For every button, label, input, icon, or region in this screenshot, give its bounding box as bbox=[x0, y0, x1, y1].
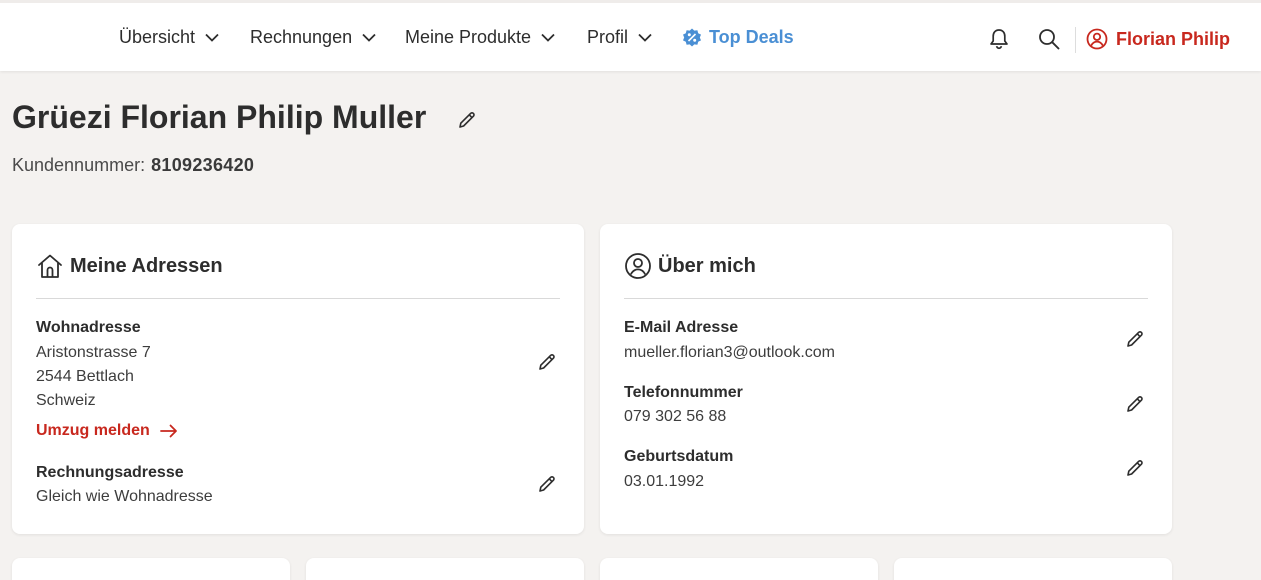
nav-item-label: Profil bbox=[587, 27, 629, 47]
page-title: Grüezi Florian Philip Muller bbox=[12, 99, 427, 135]
birthdate-value: 03.01.1992 bbox=[624, 473, 705, 490]
edit-birthdate-pencil-icon[interactable] bbox=[1125, 458, 1145, 478]
search-icon[interactable] bbox=[1038, 28, 1060, 50]
top-navigation-bar: Übersicht Rechnungen Meine Produkte Prof… bbox=[0, 0, 1261, 71]
about-me-card-title: Über mich bbox=[658, 254, 756, 277]
phone-label: Telefonnummer bbox=[624, 384, 743, 401]
top-deals-label: Top Deals bbox=[709, 27, 794, 47]
birthdate-label: Geburtsdatum bbox=[624, 448, 734, 465]
nav-item-uebersicht[interactable]: Übersicht bbox=[119, 27, 219, 48]
report-move-link[interactable]: Umzug melden bbox=[36, 422, 178, 440]
nav-item-label: Rechnungen bbox=[250, 27, 353, 47]
chevron-down-icon bbox=[205, 33, 219, 42]
addresses-card: Meine Adressen Wohnadresse Aristonstrass… bbox=[12, 224, 584, 534]
home-address-label: Wohnadresse bbox=[36, 319, 141, 336]
phone-value: 079 302 56 88 bbox=[624, 408, 727, 425]
billing-address-label: Rechnungsadresse bbox=[36, 464, 184, 481]
nav-item-label: Übersicht bbox=[119, 27, 196, 47]
chevron-down-icon bbox=[541, 33, 555, 42]
edit-billing-address-pencil-icon[interactable] bbox=[537, 474, 557, 494]
user-menu[interactable]: Florian Philip bbox=[1086, 28, 1230, 50]
customer-number: Kundennummer: 8109236420 bbox=[12, 155, 254, 176]
email-value: mueller.florian3@outlook.com bbox=[624, 344, 836, 361]
edit-home-address-pencil-icon[interactable] bbox=[537, 352, 557, 372]
nav-item-label: Meine Produkte bbox=[405, 27, 532, 47]
edit-name-pencil-icon[interactable] bbox=[457, 110, 477, 130]
addresses-card-header: Meine Adressen bbox=[36, 252, 223, 280]
nav-divider bbox=[1075, 27, 1076, 53]
report-move-label: Umzug melden bbox=[36, 422, 150, 439]
customer-number-label: Kundennummer: bbox=[12, 155, 146, 175]
bottom-card-4 bbox=[894, 558, 1172, 580]
email-label: E-Mail Adresse bbox=[624, 319, 739, 336]
edit-phone-pencil-icon[interactable] bbox=[1125, 394, 1145, 414]
chevron-down-icon bbox=[362, 33, 376, 42]
billing-address-value: Gleich wie Wohnadresse bbox=[36, 488, 213, 505]
nav-item-rechnungen[interactable]: Rechnungen bbox=[250, 27, 376, 48]
edit-email-pencil-icon[interactable] bbox=[1125, 329, 1145, 349]
bell-icon[interactable] bbox=[989, 28, 1009, 50]
card-divider bbox=[36, 298, 560, 299]
home-address-country: Schweiz bbox=[36, 392, 96, 409]
nav-item-meine-produkte[interactable]: Meine Produkte bbox=[405, 27, 555, 48]
user-circle-icon bbox=[625, 253, 651, 279]
user-circle-icon bbox=[1086, 28, 1108, 50]
about-me-card-header: Über mich bbox=[624, 252, 756, 280]
home-icon bbox=[38, 254, 62, 278]
customer-number-value: 8109236420 bbox=[151, 155, 255, 175]
chevron-down-icon bbox=[638, 33, 652, 42]
bottom-card-1 bbox=[12, 558, 290, 580]
percent-badge-icon bbox=[683, 28, 701, 46]
nav-item-profil[interactable]: Profil bbox=[587, 27, 652, 48]
home-address-street: Aristonstrasse 7 bbox=[36, 344, 151, 361]
nav-item-top-deals[interactable]: Top Deals bbox=[682, 27, 794, 48]
addresses-card-title: Meine Adressen bbox=[70, 254, 223, 277]
home-address-city: 2544 Bettlach bbox=[36, 368, 134, 385]
user-name: Florian Philip bbox=[1116, 28, 1231, 49]
card-divider bbox=[624, 298, 1148, 299]
bottom-card-2 bbox=[306, 558, 584, 580]
about-me-card: Über mich E-Mail Adresse mueller.florian… bbox=[600, 224, 1172, 534]
arrow-right-icon bbox=[159, 424, 177, 438]
bottom-card-3 bbox=[600, 558, 878, 580]
